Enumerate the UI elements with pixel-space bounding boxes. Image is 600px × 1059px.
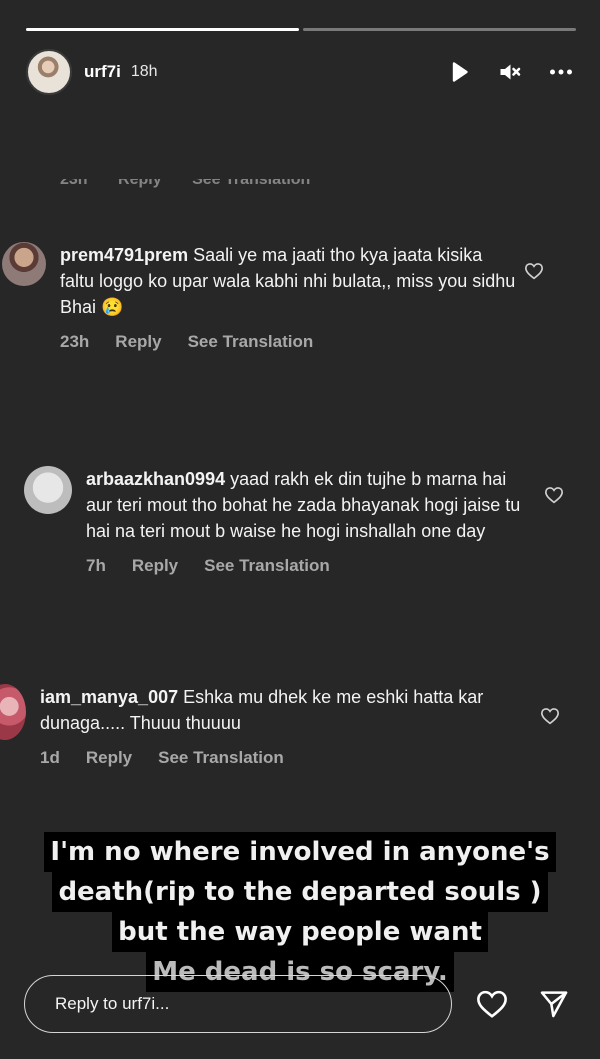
reply-button[interactable]: Reply: [86, 748, 132, 768]
reply-button[interactable]: Reply: [132, 556, 178, 576]
previous-comment-meta: 23h Reply See Translation: [60, 179, 360, 189]
comment-body: iam_manya_007 Eshka mu dhek ke me eshki h…: [40, 684, 514, 768]
comment-text: iam_manya_007 Eshka mu dhek ke me eshki h…: [40, 684, 514, 736]
comment-text: arbaazkhan0994 yaad rakh ek din tujhe b m…: [86, 466, 534, 544]
caption-line: I'm no where involved in anyone's: [44, 832, 556, 872]
story-header: urf7i 18h: [26, 48, 574, 96]
comment-username[interactable]: arbaazkhan0994: [86, 469, 225, 489]
comment-time: 7h: [86, 556, 106, 575]
caption-line: but the way people want: [112, 912, 488, 952]
comment-text: prem4791prem Saali ye ma jaati tho kya ja…: [60, 242, 517, 320]
comment-meta: 1d Reply See Translation: [40, 748, 514, 768]
story-username[interactable]: urf7i: [84, 62, 121, 82]
comment: arbaazkhan0994 yaad rakh ek din tujhe b m…: [24, 466, 534, 576]
comment-body: prem4791prem Saali ye ma jaati tho kya ja…: [60, 242, 517, 352]
heart-icon[interactable]: [544, 486, 564, 509]
heart-icon[interactable]: [524, 262, 544, 285]
caption-line: death(rip to the departed souls ): [52, 872, 548, 912]
mute-icon[interactable]: [497, 59, 523, 85]
story-avatar[interactable]: [26, 49, 72, 95]
heart-icon[interactable]: [540, 707, 560, 730]
heart-icon[interactable]: [474, 986, 510, 1022]
previous-comment-reply: Reply: [118, 179, 162, 188]
header-actions: [446, 59, 574, 85]
comment-avatar[interactable]: [24, 466, 72, 514]
see-translation-button[interactable]: See Translation: [158, 748, 284, 768]
reply-input[interactable]: Reply to urf7i...: [24, 975, 452, 1033]
story-progress: [26, 28, 576, 31]
see-translation-button[interactable]: See Translation: [204, 556, 330, 576]
comment-time: 1d: [40, 748, 60, 767]
comment-avatar[interactable]: [2, 242, 46, 286]
previous-comment-see-translation: See Translation: [192, 179, 311, 188]
comment-username[interactable]: iam_manya_007: [40, 687, 178, 707]
comment-body: arbaazkhan0994 yaad rakh ek din tujhe b m…: [86, 466, 534, 576]
send-icon[interactable]: [536, 986, 572, 1022]
story-progress-segment: [303, 28, 576, 31]
comment-meta: 7h Reply See Translation: [86, 556, 534, 576]
more-icon[interactable]: [548, 59, 574, 85]
story-view: urf7i 18h 23h Reply See Translation prem…: [0, 0, 600, 1059]
story-caption: I'm no where involved in anyone's death(…: [0, 832, 600, 992]
reply-button[interactable]: Reply: [115, 332, 161, 352]
comment-meta: 23h Reply See Translation: [60, 332, 517, 352]
comment-time: 23h: [60, 332, 90, 351]
comment: iam_manya_007 Eshka mu dhek ke me eshki h…: [0, 684, 514, 768]
story-progress-fill: [26, 28, 299, 31]
previous-comment-time: 23h: [60, 179, 88, 188]
bottom-actions: [474, 984, 574, 1024]
see-translation-button[interactable]: See Translation: [188, 332, 314, 352]
story-time: 18h: [130, 63, 158, 80]
story-progress-segment: [26, 28, 299, 31]
reply-placeholder: Reply to urf7i...: [55, 994, 170, 1013]
comment: prem4791prem Saali ye ma jaati tho kya ja…: [2, 242, 517, 352]
play-icon[interactable]: [446, 59, 472, 85]
comment-avatar[interactable]: [0, 684, 26, 740]
comment-username[interactable]: prem4791prem: [60, 245, 188, 265]
